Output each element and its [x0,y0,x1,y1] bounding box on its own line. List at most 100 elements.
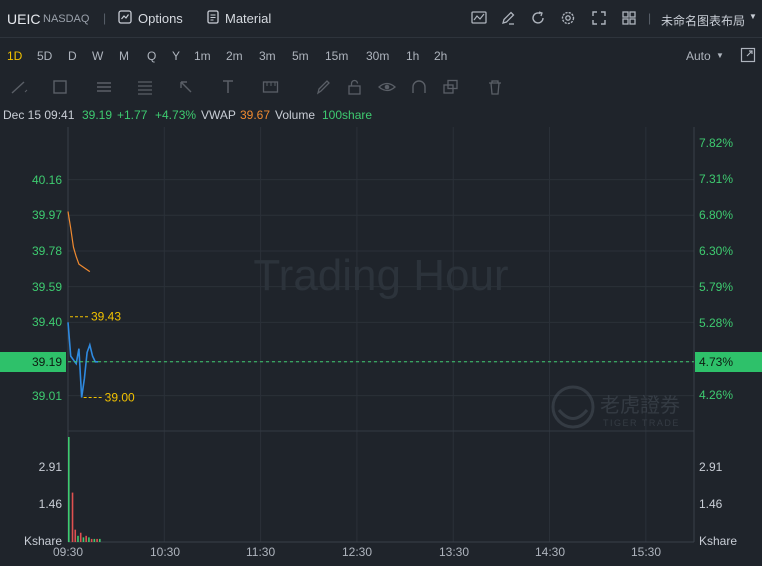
volume-bar [88,537,90,542]
tab-3m[interactable]: 3m [259,49,276,63]
tab-1m[interactable]: 1m [194,49,211,63]
pct-axis-tick: 7.82% [699,136,734,150]
channel-tool-icon[interactable] [95,79,113,100]
volume-axis-left-0: 2.91 [38,460,62,474]
eye-icon[interactable] [378,79,396,100]
magnet-icon[interactable] [410,79,428,100]
volume-axis-left-1: 1.46 [38,497,62,511]
quote-info-bar: Dec 15 09:41 39.19 +1.77 +4.73% VWAP 39.… [0,104,762,126]
material-icon [206,10,220,24]
price-axis-tick: 40.16 [31,172,62,187]
logo-en-text: TIGER TRADE [603,418,680,428]
refresh-icon[interactable] [529,9,547,27]
volume-bar [85,535,87,542]
material-button[interactable]: Material [225,11,271,26]
volume-bar [93,538,96,542]
fullscreen-icon[interactable] [590,9,608,27]
rectangle-tool-icon[interactable] [52,79,70,100]
vwap-value: 39.67 [240,108,271,122]
text-tool-icon[interactable] [220,79,238,100]
tab-2m[interactable]: 2m [226,49,243,63]
pct-axis-tick: 5.79% [699,280,734,294]
popout-icon[interactable] [740,47,756,63]
layers-icon[interactable] [442,79,460,100]
time-tick-4: 13:30 [439,545,470,559]
auto-dropdown-icon[interactable]: ▼ [716,51,724,60]
pct-axis-tick: 6.30% [699,244,734,258]
current-price-tag: 39.19 [0,351,66,372]
quote-change-pct: +4.73% [155,108,197,122]
indicator-chart-icon[interactable] [470,9,488,27]
volume-bar [90,538,93,542]
measure-tool-icon[interactable] [262,79,280,100]
price-chart: Trading Hour 老虎證券 TIGER TRADE 39.43 39.00 [67,127,695,543]
time-tick-5: 14:30 [535,545,566,559]
auto-scale-selector[interactable]: Auto [686,49,711,63]
quote-change: +1.77 [117,108,148,122]
price-axis-tick: 39.01 [31,388,62,403]
layout-grid-icon[interactable] [620,9,638,27]
volume-bar [74,529,77,542]
tab-Q[interactable]: Q [147,49,156,63]
layout-dropdown-icon[interactable]: ▼ [749,12,757,21]
volume-unit-right: Kshare [699,534,738,548]
watermark-text: Trading Hour [253,251,508,300]
price-axis-tick: 39.78 [31,243,62,258]
layout-selector[interactable]: 未命名图表布局 [661,12,745,29]
toolbar-divider: | [103,11,107,25]
tab-1D[interactable]: 1D [7,49,22,63]
settings-gear-icon[interactable] [559,9,577,27]
pct-axis-tick: 4.26% [699,388,734,402]
current-pct-tag: 4.73% [695,351,762,372]
volume-axis-right-0: 2.91 [699,460,723,474]
chart-grid [67,127,695,543]
volume-bar [79,532,82,542]
pct-axis-tick: 5.28% [699,316,734,330]
volume-bar [77,535,79,542]
tab-15m[interactable]: 15m [325,49,348,63]
trash-icon[interactable] [486,79,504,100]
price-axis-tick: 39.59 [31,279,62,294]
time-tick-3: 12:30 [342,545,373,559]
price-extreme-label: 39.00 [105,390,135,404]
time-tick-2: 11:30 [246,545,276,559]
symbol-label[interactable]: UEIC [7,11,40,27]
tab-5D[interactable]: 5D [37,49,52,63]
drawing-toolbar [0,72,762,102]
price-line [67,322,99,398]
quote-datetime: Dec 15 09:41 [3,108,75,122]
tab-30m[interactable]: 30m [366,49,389,63]
tab-Y[interactable]: Y [172,49,180,63]
fib-tool-icon[interactable] [136,79,154,100]
tiger-trade-logo: 老虎證券 TIGER TRADE [551,385,680,429]
arrow-tool-icon[interactable] [178,79,196,100]
tab-M[interactable]: M [119,49,129,63]
time-tick-0: 09:30 [53,545,84,559]
pen-tool-icon[interactable] [315,79,333,100]
trendline-tool-icon[interactable] [10,79,28,100]
volume-bar [71,492,74,542]
lock-icon[interactable] [346,79,364,100]
volume-value: 100share [322,108,373,122]
pct-axis-tick: 7.31% [699,172,734,186]
vwap-label: VWAP [201,108,236,122]
current-price-text: 39.19 [31,354,62,369]
tab-2h[interactable]: 2h [434,49,447,63]
logo-cn-text: 老虎證券 [600,393,680,417]
vwap-line [67,211,91,273]
quote-price: 39.19 [82,108,113,122]
volume-bar [68,437,70,542]
volume-bars [68,437,101,542]
volume-bar [82,537,85,542]
price-extreme-label: 39.43 [91,310,121,324]
tab-W[interactable]: W [92,49,103,63]
price-axis-tick: 39.40 [31,315,62,330]
top-toolbar: UEIC NASDAQ | Options Material | 未命名图表布局… [0,0,762,38]
chart-area[interactable]: Trading Hour 老虎證券 TIGER TRADE 39.43 39.00… [0,127,762,566]
edit-icon[interactable] [499,9,517,27]
price-axis-tick: 39.97 [31,208,62,223]
tab-1h[interactable]: 1h [406,49,419,63]
options-button[interactable]: Options [138,11,183,26]
tab-D[interactable]: D [68,49,77,63]
tab-5m[interactable]: 5m [292,49,309,63]
